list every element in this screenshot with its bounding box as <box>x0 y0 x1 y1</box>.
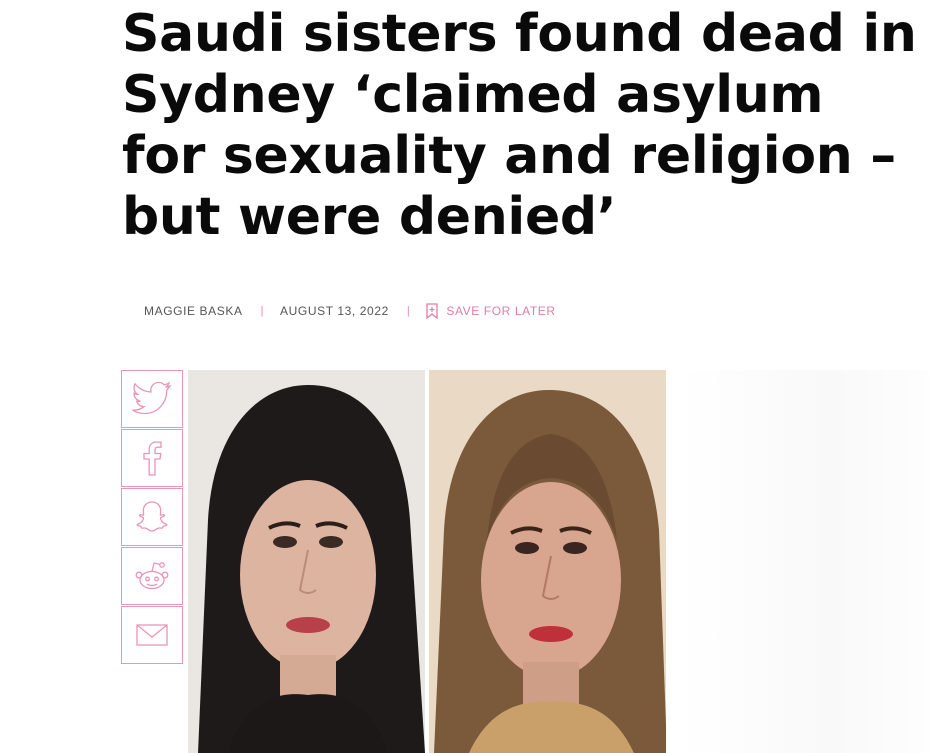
byline-separator: | <box>260 305 265 317</box>
byline-separator-2: | <box>406 305 411 317</box>
article-byline: MAGGIE BASKA | AUGUST 13, 2022 | SAVE FO… <box>144 302 556 320</box>
reddit-icon <box>135 562 169 590</box>
publish-date: AUGUST 13, 2022 <box>280 304 389 318</box>
share-reddit-button[interactable] <box>121 547 183 605</box>
twitter-icon <box>132 382 172 415</box>
share-twitter-button[interactable] <box>121 370 183 428</box>
portrait-right <box>428 370 666 753</box>
share-email-button[interactable] <box>121 606 183 664</box>
bookmark-icon <box>426 303 438 319</box>
email-icon <box>136 624 168 646</box>
save-for-later-label: SAVE FOR LATER <box>446 304 556 318</box>
portrait-left <box>188 370 426 753</box>
share-bar <box>121 370 183 665</box>
snapchat-icon <box>136 501 168 532</box>
save-for-later-button[interactable]: SAVE FOR LATER <box>426 303 555 319</box>
share-facebook-button[interactable] <box>121 429 183 487</box>
article-headline: Saudi sisters found dead in Sydney ‘clai… <box>122 4 917 247</box>
background-pattern <box>680 370 930 753</box>
author-name[interactable]: MAGGIE BASKA <box>144 304 243 318</box>
share-snapchat-button[interactable] <box>121 488 183 546</box>
article-hero-image <box>188 370 666 753</box>
facebook-icon <box>143 441 162 476</box>
